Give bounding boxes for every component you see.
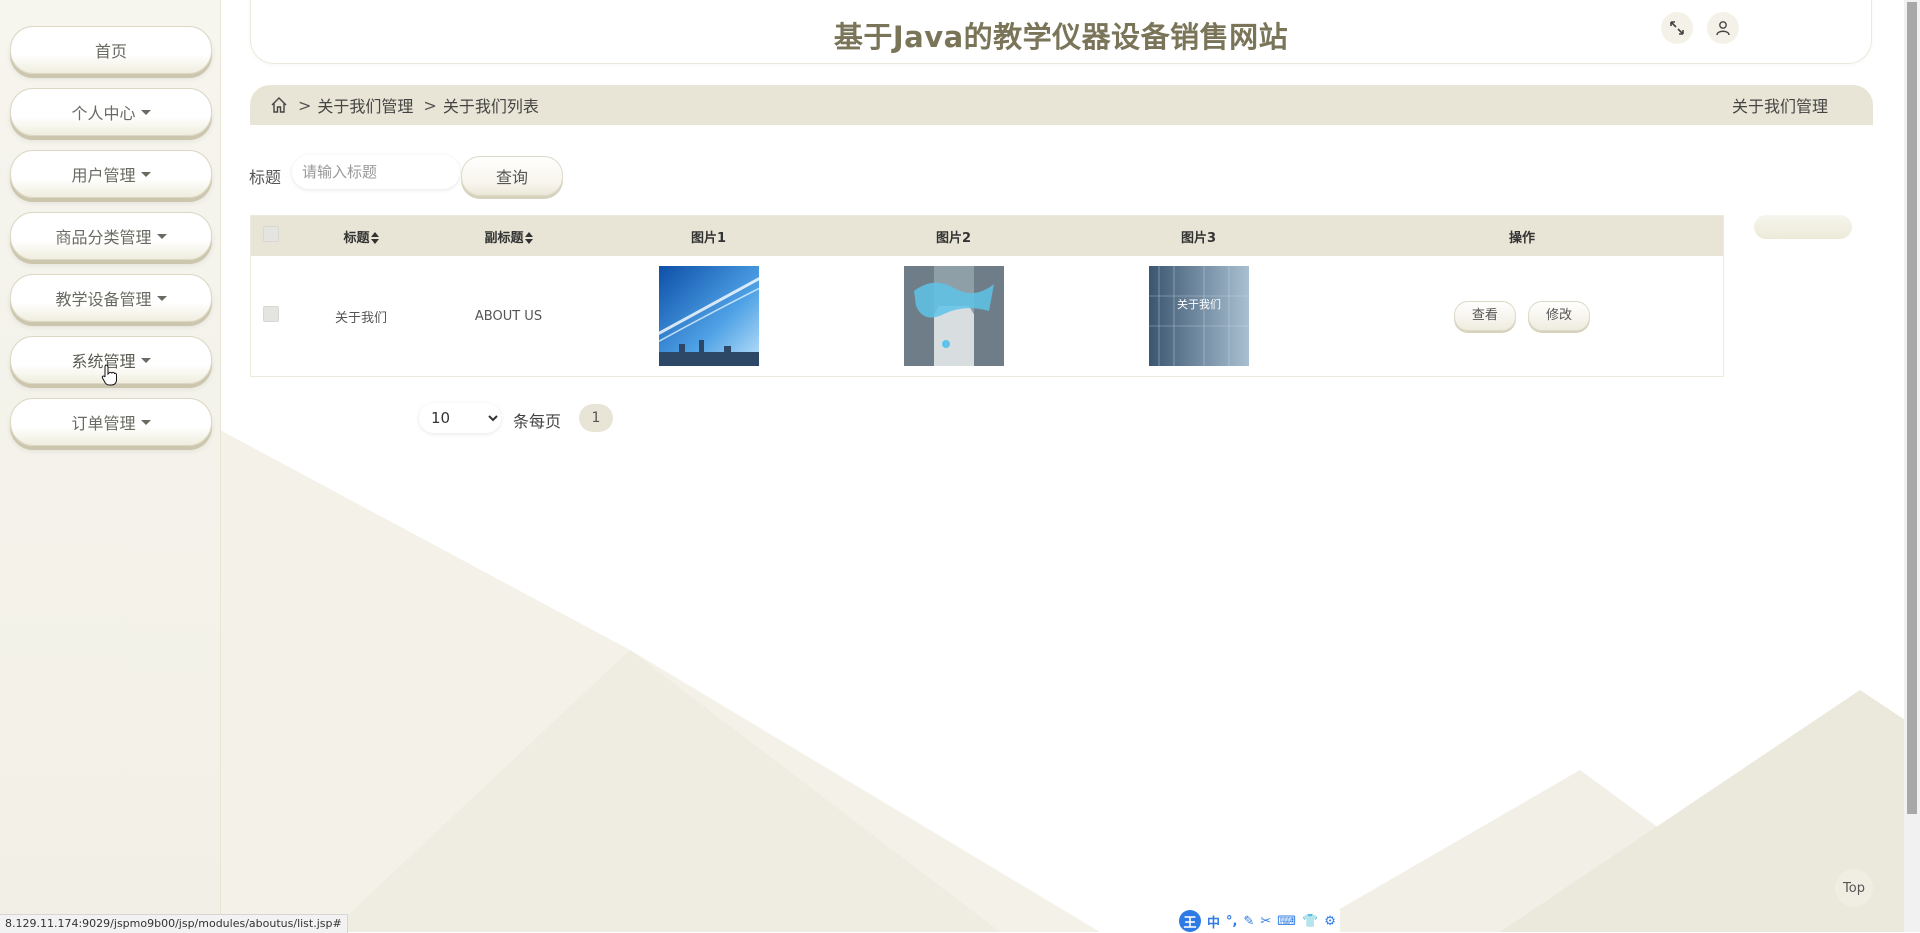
image1-thumbnail[interactable] <box>658 266 759 366</box>
cell-image3: 关于我们 <box>1076 256 1321 376</box>
caret-down-icon <box>156 233 167 239</box>
per-page-label: 条每页 <box>513 412 562 431</box>
sidebar-item-category-management[interactable]: 商品分类管理 <box>10 212 212 260</box>
breadcrumb-item[interactable]: 关于我们管理 <box>317 93 413 117</box>
column-header-actions: 操作 <box>1508 230 1535 246</box>
caret-down-icon <box>156 295 167 301</box>
ime-keyboard-icon[interactable]: ⌨ <box>1277 914 1296 929</box>
sidebar-item-home[interactable]: 首页 <box>10 26 212 74</box>
search-label: 标题 <box>249 168 282 187</box>
site-title: 基于Java的教学仪器设备销售网站 <box>833 20 1289 54</box>
column-header-subtitle[interactable]: 副标题 <box>431 216 586 256</box>
sidebar-item-label: 个人中心 <box>71 104 136 123</box>
table-header-row: 标题 副标题 图片1 图片2 图片3 操作 <box>251 216 1723 256</box>
view-button[interactable]: 查看 <box>1453 301 1516 331</box>
sidebar-item-label: 订单管理 <box>71 414 136 433</box>
ime-skin-icon[interactable]: 👕 <box>1302 914 1318 929</box>
sidebar-item-label: 首页 <box>94 42 127 61</box>
back-to-top-button[interactable]: Top <box>1835 869 1873 907</box>
table-row: 关于我们 ABOUT US 关于我们 查看 修改 <box>251 256 1723 376</box>
page-size-select[interactable]: 10 <box>419 403 501 433</box>
search-input[interactable] <box>292 155 460 189</box>
cell-actions: 查看 修改 <box>1321 256 1723 376</box>
select-all-checkbox[interactable] <box>263 226 279 242</box>
breadcrumb: > 关于我们管理 > 关于我们列表 关于我们管理 <box>250 85 1873 125</box>
breadcrumb-separator: > <box>298 95 312 115</box>
fullscreen-icon[interactable] <box>1661 12 1693 44</box>
cell-title: 关于我们 <box>334 310 387 326</box>
breadcrumb-item[interactable]: 关于我们列表 <box>443 93 539 117</box>
column-header-image1: 图片1 <box>690 230 727 246</box>
sort-icon[interactable] <box>524 232 533 244</box>
image2-thumbnail[interactable] <box>903 266 1004 366</box>
sidebar-item-equipment-management[interactable]: 教学设备管理 <box>10 274 212 322</box>
select-all-cell <box>251 216 291 256</box>
cell-subtitle: ABOUT US <box>474 308 543 324</box>
scrollbar[interactable] <box>1904 0 1920 932</box>
ime-punctuation-icon[interactable]: °, <box>1226 914 1237 929</box>
ime-screenshot-icon[interactable]: ✂ <box>1260 914 1271 929</box>
page-number-button[interactable]: 1 <box>579 404 613 432</box>
caret-down-icon <box>140 109 151 115</box>
sidebar-item-label: 教学设备管理 <box>55 290 152 309</box>
edit-button[interactable]: 修改 <box>1528 301 1591 331</box>
column-header-image3: 图片3 <box>1180 230 1217 246</box>
caret-down-icon <box>140 357 151 363</box>
image3-caption: 关于我们 <box>1177 297 1221 311</box>
sidebar-item-label: 用户管理 <box>71 166 136 185</box>
row-checkbox[interactable] <box>263 306 279 322</box>
sidebar-item-label: 商品分类管理 <box>55 228 152 247</box>
ime-settings-icon[interactable]: ⚙ <box>1324 914 1336 929</box>
cell-image2 <box>831 256 1076 376</box>
sidebar-item-user-management[interactable]: 用户管理 <box>10 150 212 198</box>
cell-image1 <box>586 256 831 376</box>
search-button-label: 查询 <box>495 168 528 187</box>
sidebar-item-personal-center[interactable]: 个人中心 <box>10 88 212 136</box>
sidebar-item-order-management[interactable]: 订单管理 <box>10 398 212 446</box>
side-action-pill[interactable] <box>1754 215 1852 239</box>
breadcrumb-current-module: 关于我们管理 <box>1731 97 1828 116</box>
ime-logo-icon[interactable]: 王 <box>1179 910 1201 932</box>
breadcrumb-separator: > <box>423 95 437 115</box>
sort-icon[interactable] <box>370 232 379 244</box>
caret-down-icon <box>140 419 151 425</box>
search-button[interactable]: 查询 <box>461 156 563 196</box>
home-icon[interactable] <box>270 96 288 114</box>
ime-toolbar: 王 中 °, ✎ ✂ ⌨ 👕 ⚙ <box>1175 910 1340 932</box>
column-header-image2: 图片2 <box>935 230 972 246</box>
column-header-title[interactable]: 标题 <box>291 216 431 256</box>
row-select-cell <box>251 256 291 376</box>
status-bar-url: 8.129.11.174:9029/jspmo9b00/jsp/modules/… <box>0 914 348 933</box>
ime-handwrite-icon[interactable]: ✎ <box>1243 914 1254 929</box>
image3-thumbnail[interactable]: 关于我们 <box>1148 266 1249 366</box>
background-mountains <box>0 430 1905 932</box>
scrollbar-thumb[interactable] <box>1907 2 1917 814</box>
hand-cursor-icon <box>101 364 117 386</box>
sidebar: 首页 个人中心 用户管理 商品分类管理 教学设备管理 系统管理 订单管理 <box>0 0 221 932</box>
ime-chinese-mode-icon[interactable]: 中 <box>1207 912 1220 931</box>
data-table: 标题 副标题 图片1 图片2 图片3 操作 关于我们 ABOUT US 关于我们… <box>250 215 1724 377</box>
user-icon[interactable] <box>1707 12 1739 44</box>
caret-down-icon <box>140 171 151 177</box>
header: 基于Java的教学仪器设备销售网站 <box>250 0 1872 64</box>
